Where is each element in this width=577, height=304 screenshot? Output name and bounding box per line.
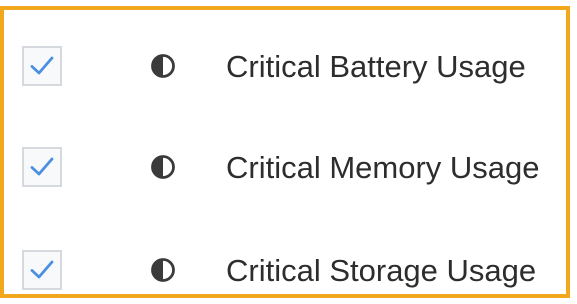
half-circle-icon <box>150 257 176 283</box>
list-item-storage[interactable]: Critical Storage Usage <box>22 246 572 294</box>
item-label: Critical Battery Usage <box>226 48 526 84</box>
highlight-frame: Critical Battery Usage Critical Memory U… <box>0 6 570 298</box>
checkmark-icon <box>30 260 54 279</box>
checkmark-icon <box>30 56 54 75</box>
item-label: Critical Memory Usage <box>226 149 540 185</box>
half-circle-icon <box>150 53 176 79</box>
list-item-battery[interactable]: Critical Battery Usage <box>22 42 572 90</box>
checkmark-icon <box>30 157 54 176</box>
battery-checkbox[interactable] <box>22 46 62 86</box>
half-circle-icon <box>150 154 176 180</box>
memory-checkbox[interactable] <box>22 147 62 187</box>
list-item-memory[interactable]: Critical Memory Usage <box>22 143 572 191</box>
item-label: Critical Storage Usage <box>226 252 537 288</box>
storage-checkbox[interactable] <box>22 250 62 290</box>
